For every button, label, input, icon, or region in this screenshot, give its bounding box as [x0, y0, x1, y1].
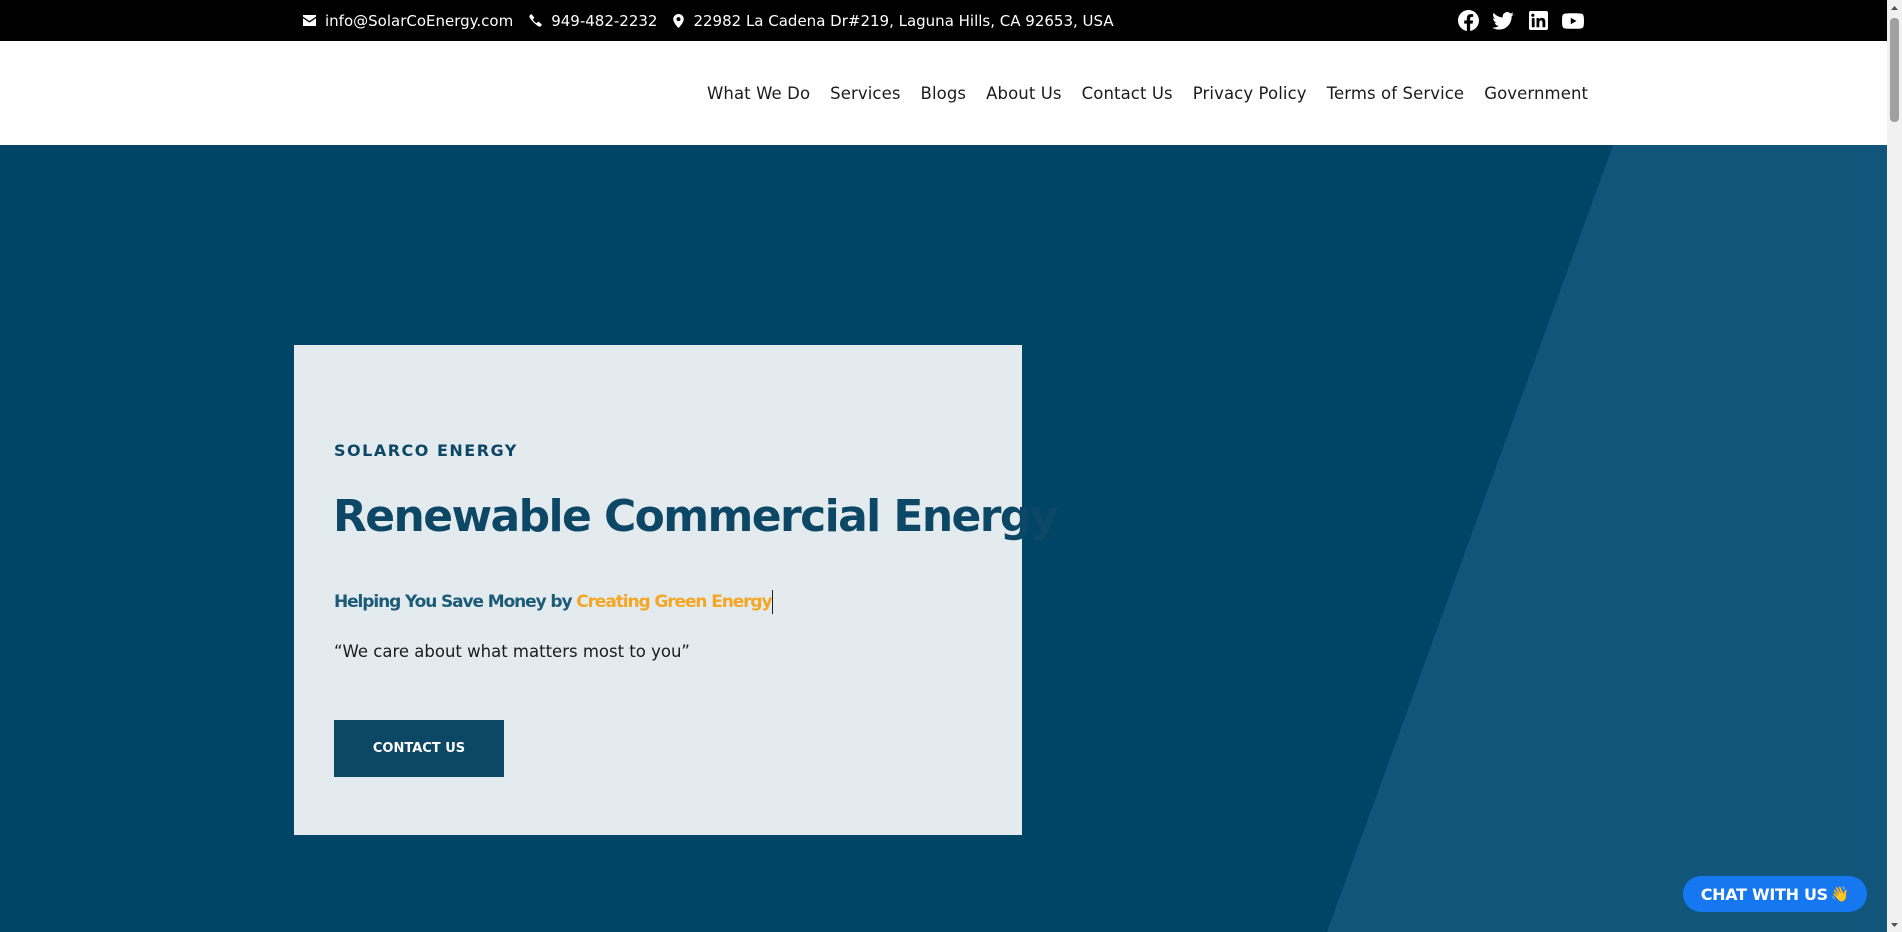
chat-label: CHAT WITH US — [1700, 884, 1828, 904]
email-link[interactable]: info@SolarCoEnergy.com — [303, 12, 513, 30]
envelope-icon — [303, 15, 316, 26]
contact-us-button[interactable]: CONTACT US — [334, 720, 504, 777]
hero-section: SOLARCO ENERGY Renewable Commercial Ener… — [0, 145, 1887, 932]
page-scrollbar[interactable] — [1887, 0, 1902, 932]
chat-with-us-button[interactable]: CHAT WITH US 👋 — [1683, 876, 1867, 912]
email-text: info@SolarCoEnergy.com — [325, 11, 514, 30]
hero-quote: “We care about what matters most to you” — [334, 642, 690, 661]
nav-what-we-do[interactable]: What We Do — [707, 84, 810, 103]
scroll-down-arrow-icon[interactable] — [1887, 917, 1902, 932]
youtube-icon — [1562, 12, 1584, 29]
facebook-icon — [1457, 10, 1479, 31]
main-nav: What We Do Services Blogs About Us Conta… — [697, 41, 1598, 145]
linkedin-link[interactable] — [1527, 10, 1549, 32]
twitter-link[interactable] — [1492, 10, 1514, 32]
hero-subtitle-main: Helping You Save Money by — [334, 592, 577, 612]
nav-privacy-policy[interactable]: Privacy Policy — [1193, 84, 1307, 103]
phone-link[interactable]: 949-482-2232 — [529, 12, 657, 30]
phone-text: 949-482-2232 — [551, 11, 658, 30]
hero-subtitle-accent: Creating Green Energy — [576, 592, 772, 612]
hero-eyebrow: SOLARCO ENERGY — [334, 441, 518, 460]
nav-blogs[interactable]: Blogs — [921, 84, 967, 103]
hero-subtitle: Helping You Save Money by Creating Green… — [334, 590, 774, 614]
nav-government[interactable]: Government — [1484, 84, 1588, 103]
top-contact-bar: info@SolarCoEnergy.com 949-482-2232 2298… — [0, 0, 1887, 41]
contact-info: info@SolarCoEnergy.com 949-482-2232 2298… — [303, 0, 1130, 41]
nav-about-us[interactable]: About Us — [986, 84, 1062, 103]
hero-card: SOLARCO ENERGY Renewable Commercial Ener… — [294, 345, 1058, 835]
social-links — [1457, 0, 1597, 41]
linkedin-icon — [1528, 11, 1548, 30]
twitter-icon — [1492, 11, 1514, 30]
facebook-link[interactable] — [1457, 10, 1479, 32]
main-navbar: What We Do Services Blogs About Us Conta… — [0, 41, 1887, 145]
typing-caret — [772, 590, 774, 614]
map-pin-icon — [673, 13, 685, 28]
waving-hand-icon: 👋 — [1830, 885, 1850, 903]
scrollbar-thumb[interactable] — [1890, 18, 1899, 122]
nav-services[interactable]: Services — [830, 84, 900, 103]
phone-icon — [529, 14, 542, 27]
scroll-up-arrow-icon[interactable] — [1887, 0, 1902, 15]
address-text: 22982 La Cadena Dr#219, Laguna Hills, CA… — [693, 11, 1114, 30]
youtube-link[interactable] — [1562, 10, 1584, 32]
address-link[interactable]: 22982 La Cadena Dr#219, Laguna Hills, CA… — [673, 11, 1114, 30]
nav-terms-of-service[interactable]: Terms of Service — [1327, 84, 1465, 103]
hero-title: Renewable Commercial Energy — [333, 491, 1058, 542]
nav-contact-us[interactable]: Contact Us — [1082, 84, 1173, 103]
